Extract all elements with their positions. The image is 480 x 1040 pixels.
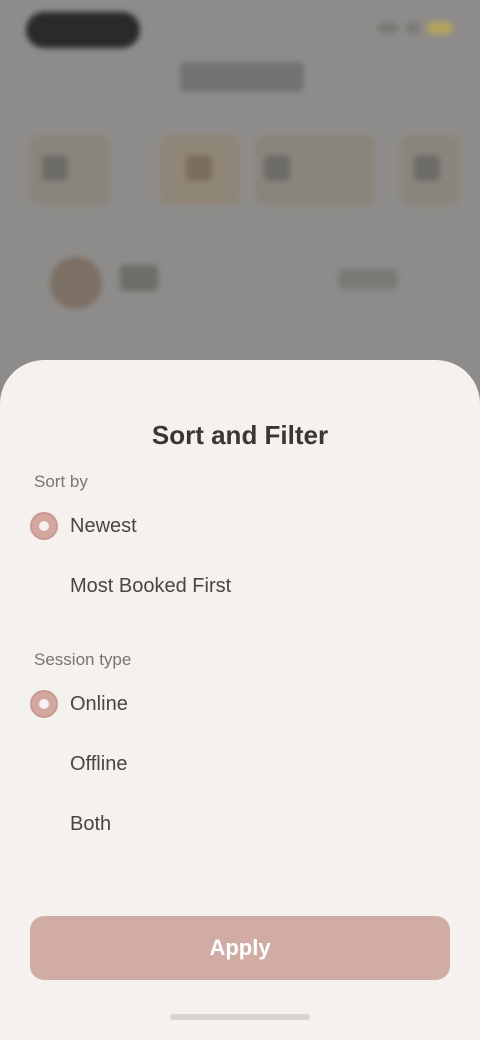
background-icon [42,155,68,181]
option-most-booked-first[interactable]: Most Booked First [30,566,231,606]
battery-icon [428,22,452,34]
background-page-title [180,62,304,92]
background-icon [414,155,440,181]
background-icon [264,155,290,181]
section-label-sort-by: Sort by [34,472,88,491]
radio-selected-icon[interactable] [30,690,58,718]
option-both[interactable]: Both [30,804,111,844]
sort-filter-sheet: Sort and Filter Sort by Newest Most Book… [0,360,480,1040]
option-label: Newest [70,514,137,537]
apply-button[interactable]: Apply [30,916,450,980]
home-indicator [170,1014,310,1020]
option-label: Online [70,692,128,715]
screen: Sort and Filter Sort by Newest Most Book… [0,0,480,1040]
section-label-session-type: Session type [34,650,132,669]
background-name [120,265,158,291]
option-online[interactable]: Online [30,684,128,724]
background-filter-row [0,135,480,215]
background-icon [186,155,212,181]
status-time-pill [26,12,140,48]
sheet-title: Sort and Filter [151,420,329,450]
wifi-icon [406,23,420,33]
status-icons [378,22,452,34]
option-label: Both [70,812,112,835]
background-list-item [0,245,480,325]
background-app [0,0,480,400]
status-bar [0,0,480,60]
background-chip [338,269,398,289]
option-label: Most Booked First [70,574,232,597]
radio-selected-icon[interactable] [30,512,58,540]
option-label: Offline [70,752,128,775]
option-newest[interactable]: Newest [30,506,137,546]
avatar [50,257,102,309]
option-offline[interactable]: Offline [30,744,127,784]
signal-icon [378,23,398,33]
